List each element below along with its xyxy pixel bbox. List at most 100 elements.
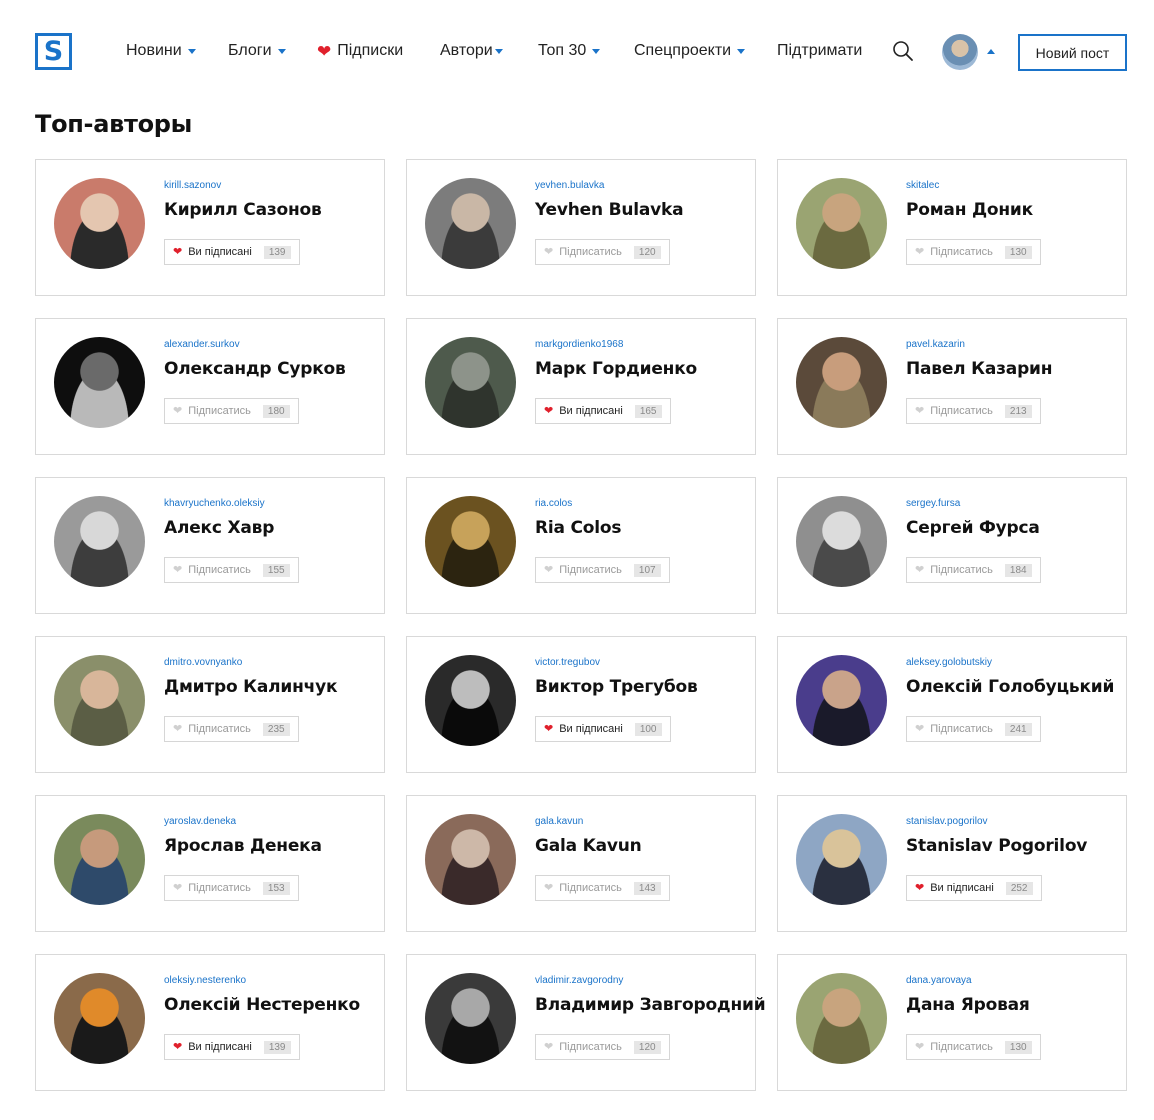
author-name[interactable]: Роман Доник — [906, 200, 1033, 220]
author-avatar[interactable] — [796, 973, 887, 1064]
author-name[interactable]: Марк Гордиенко — [535, 359, 697, 379]
author-username[interactable]: vladimir.zavgorodny — [535, 975, 623, 986]
subscribe-button[interactable]: ❤ Підписатись 107 — [535, 557, 670, 583]
author-username[interactable]: dmitro.vovnyanko — [164, 657, 242, 668]
subscribe-button[interactable]: ❤ Підписатись 130 — [906, 1034, 1041, 1060]
author-avatar[interactable] — [54, 496, 145, 587]
author-name[interactable]: Stanislav Pogorilov — [906, 836, 1087, 856]
author-avatar[interactable] — [796, 178, 887, 269]
subscribe-button[interactable]: ❤ Підписатись 180 — [164, 398, 299, 424]
author-name[interactable]: Yevhen Bulavka — [535, 200, 684, 220]
subscribe-button[interactable]: ❤ Ви підписані 165 — [535, 398, 671, 424]
author-card: khavryuchenko.oleksiy Алекс Хавр ❤ Підпи… — [35, 477, 385, 614]
author-username[interactable]: stanislav.pogorilov — [906, 816, 988, 827]
subscribe-button[interactable]: ❤ Підписатись 153 — [164, 875, 299, 901]
subscribe-button[interactable]: ❤ Підписатись 213 — [906, 398, 1041, 424]
author-username[interactable]: alexander.surkov — [164, 339, 240, 350]
chevron-up-icon[interactable] — [987, 49, 995, 54]
author-name[interactable]: Дана Яровая — [906, 995, 1030, 1015]
author-avatar[interactable] — [425, 337, 516, 428]
subscribe-button[interactable]: ❤ Підписатись 184 — [906, 557, 1041, 583]
new-post-button[interactable]: Новий пост — [1018, 34, 1127, 71]
author-avatar[interactable] — [796, 814, 887, 905]
author-name[interactable]: Павел Казарин — [906, 359, 1053, 379]
author-avatar[interactable] — [54, 973, 145, 1064]
author-card: aleksey.golobutskiy Олексій Голобуцький … — [777, 636, 1127, 773]
author-username[interactable]: yaroslav.deneka — [164, 816, 236, 827]
subscriber-count: 153 — [262, 881, 290, 895]
author-name[interactable]: Владимир Завгородний — [535, 995, 766, 1015]
author-username[interactable]: kirill.sazonov — [164, 180, 221, 191]
heart-icon: ❤ — [173, 404, 183, 417]
author-name[interactable]: Дмитро Калинчук — [164, 677, 338, 697]
user-avatar[interactable] — [942, 34, 978, 70]
search-icon[interactable] — [892, 40, 914, 62]
site-logo[interactable]: S — [35, 33, 72, 70]
author-card: yaroslav.deneka Ярослав Денека ❤ Підписа… — [35, 795, 385, 932]
author-username[interactable]: sergey.fursa — [906, 498, 960, 509]
chevron-down-icon — [737, 48, 746, 54]
nav-item-news[interactable]: Новини — [126, 42, 196, 60]
author-name[interactable]: Олександр Сурков — [164, 359, 346, 379]
author-avatar[interactable] — [425, 973, 516, 1064]
subscribe-button[interactable]: ❤ Підписатись 120 — [535, 1034, 670, 1060]
subscribe-button[interactable]: ❤ Підписатись 143 — [535, 875, 670, 901]
author-username[interactable]: yevhen.bulavka — [535, 180, 605, 191]
author-card: vladimir.zavgorodny Владимир Завгородний… — [406, 954, 766, 1091]
author-username[interactable]: skitalec — [906, 180, 939, 191]
nav-item-top30[interactable]: Топ 30 — [538, 42, 601, 60]
author-avatar[interactable] — [54, 337, 145, 428]
subscribe-label: Підписатись — [559, 564, 622, 576]
author-name[interactable]: Кирилл Сазонов — [164, 200, 322, 220]
nav-item-subscriptions[interactable]: ❤ Підписки — [317, 42, 403, 60]
author-username[interactable]: victor.tregubov — [535, 657, 600, 668]
author-username[interactable]: aleksey.golobutskiy — [906, 657, 992, 668]
author-username[interactable]: khavryuchenko.oleksiy — [164, 498, 265, 509]
author-name[interactable]: Олексій Голобуцький — [906, 677, 1114, 697]
author-name[interactable]: Олексій Нестеренко — [164, 995, 360, 1015]
author-avatar[interactable] — [54, 655, 145, 746]
subscribe-label: Ви підписані — [188, 246, 252, 258]
heart-icon: ❤ — [915, 722, 925, 735]
nav-item-label: Підтримати — [777, 42, 863, 59]
author-name[interactable]: Ярослав Денека — [164, 836, 322, 856]
author-avatar[interactable] — [54, 178, 145, 269]
subscribe-button[interactable]: ❤ Підписатись 120 — [535, 239, 670, 265]
nav-item-support[interactable]: Підтримати — [777, 42, 862, 60]
nav-item-label: Топ 30 — [538, 42, 587, 59]
author-username[interactable]: gala.kavun — [535, 816, 583, 827]
subscribe-button[interactable]: ❤ Ви підписані 139 — [164, 239, 300, 265]
heart-icon: ❤ — [173, 881, 183, 894]
author-avatar[interactable] — [425, 178, 516, 269]
author-username[interactable]: ria.colos — [535, 498, 572, 509]
author-avatar[interactable] — [425, 655, 516, 746]
author-username[interactable]: pavel.kazarin — [906, 339, 965, 350]
subscribe-button[interactable]: ❤ Підписатись 241 — [906, 716, 1041, 742]
author-avatar[interactable] — [54, 814, 145, 905]
author-card: victor.tregubov Виктор Трегубов ❤ Ви під… — [406, 636, 756, 773]
subscribe-button[interactable]: ❤ Ви підписані 139 — [164, 1034, 300, 1060]
author-username[interactable]: oleksiy.nesterenko — [164, 975, 246, 986]
subscriber-count: 107 — [633, 563, 661, 577]
subscribe-button[interactable]: ❤ Підписатись 155 — [164, 557, 299, 583]
heart-icon: ❤ — [915, 881, 925, 894]
nav-item-authors[interactable]: Автори — [440, 42, 503, 60]
author-avatar[interactable] — [796, 496, 887, 587]
subscribe-button[interactable]: ❤ Підписатись 235 — [164, 716, 299, 742]
author-name[interactable]: Виктор Трегубов — [535, 677, 698, 697]
author-username[interactable]: dana.yarovaya — [906, 975, 972, 986]
author-name[interactable]: Gala Kavun — [535, 836, 642, 856]
nav-item-special-projects[interactable]: Спецпроекти — [634, 42, 746, 60]
author-username[interactable]: markgordienko1968 — [535, 339, 623, 350]
author-name[interactable]: Ria Colos — [535, 518, 621, 538]
author-avatar[interactable] — [796, 655, 887, 746]
author-avatar[interactable] — [796, 337, 887, 428]
author-name[interactable]: Алекс Хавр — [164, 518, 274, 538]
subscribe-button[interactable]: ❤ Підписатись 130 — [906, 239, 1041, 265]
author-name[interactable]: Сергей Фурса — [906, 518, 1040, 538]
subscribe-button[interactable]: ❤ Ви підписані 252 — [906, 875, 1042, 901]
nav-item-blogs[interactable]: Блоги — [228, 42, 286, 60]
author-avatar[interactable] — [425, 814, 516, 905]
subscribe-button[interactable]: ❤ Ви підписані 100 — [535, 716, 671, 742]
author-avatar[interactable] — [425, 496, 516, 587]
